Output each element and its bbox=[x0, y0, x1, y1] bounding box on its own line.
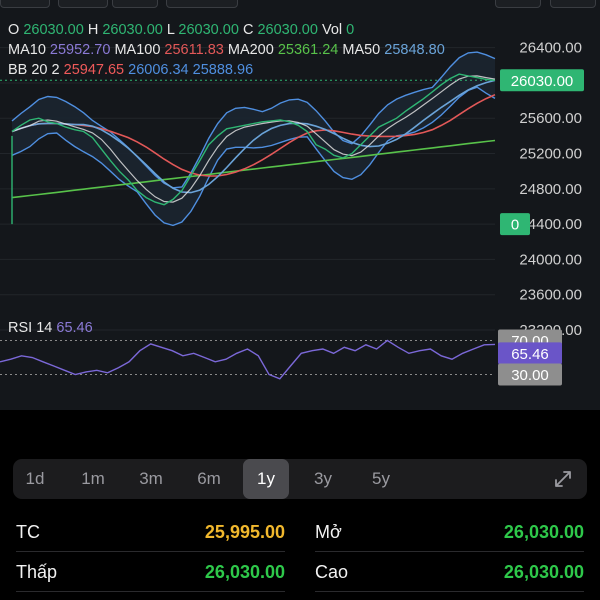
tf-3m[interactable]: 3m bbox=[129, 459, 173, 499]
tf-1d[interactable]: 1d bbox=[13, 459, 57, 499]
ma100-value: 25611.83 bbox=[164, 42, 224, 58]
ma10-label: MA10 bbox=[8, 42, 46, 58]
tc-value: 25,995.00 bbox=[204, 522, 285, 542]
expand-icon[interactable] bbox=[553, 469, 573, 489]
vol-label: Vol bbox=[321, 22, 343, 38]
price-tick: 26400.00 bbox=[519, 40, 582, 57]
bb-mid-value: 25947.65 bbox=[63, 62, 125, 78]
rsi-value: 65.46 bbox=[56, 320, 93, 336]
low-label: L bbox=[166, 22, 175, 38]
price-tick: 24000.00 bbox=[519, 251, 582, 268]
open-label: O bbox=[8, 22, 20, 38]
ma50-label: MA50 bbox=[342, 42, 381, 58]
tf-5y[interactable]: 5y bbox=[359, 459, 403, 499]
top-tab[interactable] bbox=[58, 0, 108, 8]
ma-legend: MA10 25952.70 MA100 25611.83 MA200 25361… bbox=[8, 42, 445, 58]
close-label: C bbox=[242, 22, 254, 38]
tf-6m[interactable]: 6m bbox=[187, 459, 231, 499]
cao-value: 26,030.00 bbox=[503, 562, 584, 582]
tf-1y[interactable]: 1y bbox=[243, 459, 289, 499]
timeframe-selector: 1d 1m 3m 6m 1y 3y 5y bbox=[13, 459, 587, 499]
bollinger-band-fill bbox=[12, 52, 495, 226]
open-value: 26030.00 bbox=[23, 22, 84, 38]
rsi-30-text: 30.00 bbox=[511, 367, 549, 384]
top-tab[interactable] bbox=[166, 0, 238, 8]
low-value: 26030.00 bbox=[178, 22, 239, 38]
tf-1m[interactable]: 1m bbox=[71, 459, 115, 499]
rsi-label: RSI 14 bbox=[8, 320, 53, 336]
bb-upper-value: 26006.34 bbox=[128, 62, 189, 78]
bb-legend: BB 20 2 25947.65 26006.34 25888.96 bbox=[8, 62, 253, 78]
divider bbox=[315, 551, 584, 552]
bb-lower-value: 25888.96 bbox=[192, 62, 254, 78]
ma10-value: 25952.70 bbox=[49, 42, 111, 58]
price-tick: 24800.00 bbox=[519, 181, 582, 198]
vol-badge-text: 0 bbox=[511, 217, 519, 234]
current-price-text: 26030.00 bbox=[511, 73, 574, 90]
divider bbox=[315, 591, 584, 592]
ohlc-legend: O 26030.00 H 26030.00 L 26030.00 C 26030… bbox=[8, 22, 354, 38]
thap-label: Thấp bbox=[16, 562, 58, 582]
divider bbox=[16, 591, 285, 592]
price-tick: 25600.00 bbox=[519, 110, 582, 127]
high-value: 26030.00 bbox=[102, 22, 163, 38]
rsi-legend: RSI 14 65.46 bbox=[8, 320, 93, 336]
divider bbox=[16, 551, 285, 552]
vol-value: 0 bbox=[346, 22, 355, 38]
high-label: H bbox=[87, 22, 99, 38]
rsi-line bbox=[0, 339, 496, 380]
thap-value: 26,030.00 bbox=[204, 562, 285, 582]
ma50-value: 25848.80 bbox=[384, 42, 445, 58]
tc-label: TC bbox=[16, 522, 40, 542]
ma200-value: 25361.24 bbox=[277, 42, 339, 58]
close-value: 26030.00 bbox=[257, 22, 318, 38]
top-tab[interactable] bbox=[495, 0, 541, 8]
top-tab[interactable] bbox=[0, 0, 50, 8]
tf-3y[interactable]: 3y bbox=[301, 459, 345, 499]
cao-label: Cao bbox=[315, 562, 349, 582]
top-tab[interactable] bbox=[550, 0, 596, 8]
mo-label: Mở bbox=[315, 522, 342, 542]
top-tab-strip bbox=[0, 0, 600, 8]
price-tick: 23600.00 bbox=[519, 287, 582, 304]
mo-value: 26,030.00 bbox=[503, 522, 584, 542]
ma100-label: MA100 bbox=[114, 42, 161, 58]
rsi-value-text: 65.46 bbox=[511, 346, 549, 363]
top-tab[interactable] bbox=[112, 0, 158, 8]
ma200-label: MA200 bbox=[227, 42, 274, 58]
bb-label: BB 20 2 bbox=[8, 62, 60, 78]
price-tick: 25200.00 bbox=[519, 146, 582, 163]
